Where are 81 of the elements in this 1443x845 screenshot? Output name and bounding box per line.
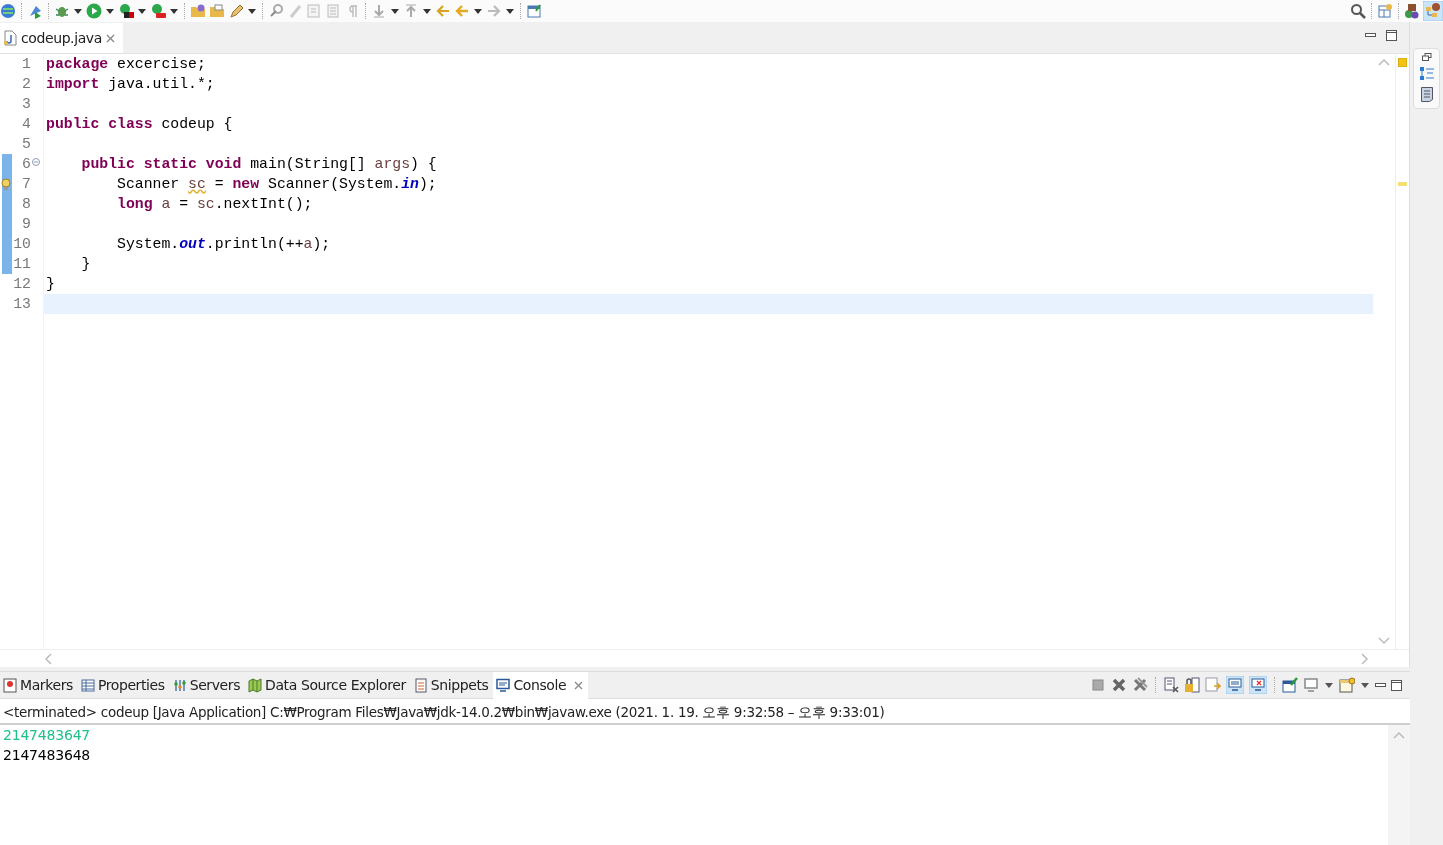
code-line: Scanner sc = new Scanner(System.in); [116, 175, 437, 194]
line-number: 7 [22, 176, 31, 192]
line-number: 9 [22, 216, 31, 232]
caret-icon[interactable] [105, 6, 115, 16]
caret-icon[interactable] [473, 6, 483, 16]
caret-icon[interactable] [422, 6, 432, 16]
folder-icon[interactable] [190, 3, 206, 19]
beans-icon[interactable] [1404, 3, 1420, 19]
perspective-icon[interactable] [1377, 3, 1393, 19]
task-list-icon[interactable] [1420, 87, 1433, 102]
close-icon[interactable] [105, 33, 115, 43]
code-line: System.out.println(++a); [116, 235, 331, 254]
java-file-icon [3, 30, 17, 46]
fold-icon[interactable] [32, 158, 40, 166]
line-number: 8 [22, 196, 31, 212]
search-icon[interactable] [1350, 3, 1366, 19]
map-icon [248, 677, 263, 693]
snippets-icon [413, 677, 428, 693]
panel-tab[interactable]: Data Source Explorer [245, 671, 411, 699]
properties-icon [80, 677, 95, 693]
code-line: } [80, 255, 91, 274]
folder-icon[interactable] [209, 3, 225, 19]
code-line: import java.util.*; [45, 75, 215, 94]
caret-icon[interactable] [390, 6, 400, 16]
panel-tab[interactable]: Properties [77, 671, 170, 699]
code-line: } [45, 275, 55, 294]
clear-console-icon[interactable] [1163, 677, 1179, 693]
show-error-icon[interactable] [1249, 676, 1267, 694]
line-number: 3 [22, 96, 31, 112]
line-number: 11 [13, 256, 31, 272]
line-number: 5 [22, 136, 31, 152]
line-number: 1 [22, 56, 31, 72]
show-output-icon[interactable] [1226, 676, 1244, 694]
remove-icon[interactable] [1111, 677, 1127, 693]
panel-tab[interactable]: Console [493, 671, 589, 699]
caret-icon[interactable] [1360, 680, 1370, 690]
caret-icon[interactable] [1324, 680, 1334, 690]
caret-icon[interactable] [505, 6, 515, 16]
line-number: 12 [13, 276, 31, 292]
panel-tab[interactable]: Snippets [410, 671, 494, 699]
maximize-icon[interactable] [1391, 679, 1402, 691]
servers-icon [172, 677, 187, 693]
editor-tab[interactable]: codeup.java [0, 23, 123, 53]
caret-icon[interactable] [137, 6, 147, 16]
console-header: <terminated> codeup [Java Application] C:₩Program Files₩Java₩jdk-14.0.2₩bin₩javaw.exe (2021. 1. 19. 오후 9:32:58 – 오후 9:33:01) [0, 699, 1410, 726]
line-number: 2 [22, 76, 31, 92]
warning-marker-icon[interactable] [1398, 182, 1407, 186]
caret-icon[interactable] [73, 6, 83, 16]
line-number: 13 [13, 296, 31, 312]
new-console-icon[interactable] [1339, 677, 1355, 693]
pen-icon[interactable] [228, 3, 244, 19]
java-perspective-icon[interactable] [1423, 1, 1443, 21]
console-output-line: 2147483648 [2, 746, 92, 766]
remove-all-icon[interactable] [1132, 677, 1148, 693]
word-wrap-icon[interactable] [1205, 677, 1221, 693]
run-config-icon[interactable] [27, 3, 43, 19]
panel-tab[interactable]: Markers [0, 671, 78, 699]
line-number: 10 [13, 236, 31, 252]
restore-icon[interactable] [1421, 53, 1432, 61]
line-number: 6 [22, 156, 31, 172]
scroll-lock-icon[interactable] [1184, 677, 1200, 693]
maximize-icon[interactable] [1386, 30, 1397, 41]
caret-icon[interactable] [169, 6, 179, 16]
markers-icon [3, 677, 17, 693]
code-line: package excercise; [45, 55, 206, 74]
outline-icon[interactable] [1419, 67, 1434, 81]
globe-icon[interactable] [0, 3, 16, 19]
window-icon[interactable] [526, 3, 542, 19]
code-line: public class codeup { [45, 115, 233, 134]
stop-icon[interactable] [1090, 677, 1106, 693]
panel-tab[interactable]: Servers [169, 671, 246, 699]
warning-lightbulb-icon[interactable] [1, 178, 11, 191]
caret-icon[interactable] [247, 6, 257, 16]
display-console-icon[interactable] [1303, 677, 1319, 693]
line-number: 4 [22, 116, 31, 132]
code-line: long a = sc.nextInt(); [116, 195, 313, 214]
monitor-icon [496, 677, 511, 693]
pin-window-icon[interactable] [1282, 677, 1298, 693]
close-icon[interactable] [574, 680, 584, 690]
console-output-line: 2147483647 [2, 726, 92, 746]
code-line: public static void main(String[] args) { [80, 155, 437, 174]
